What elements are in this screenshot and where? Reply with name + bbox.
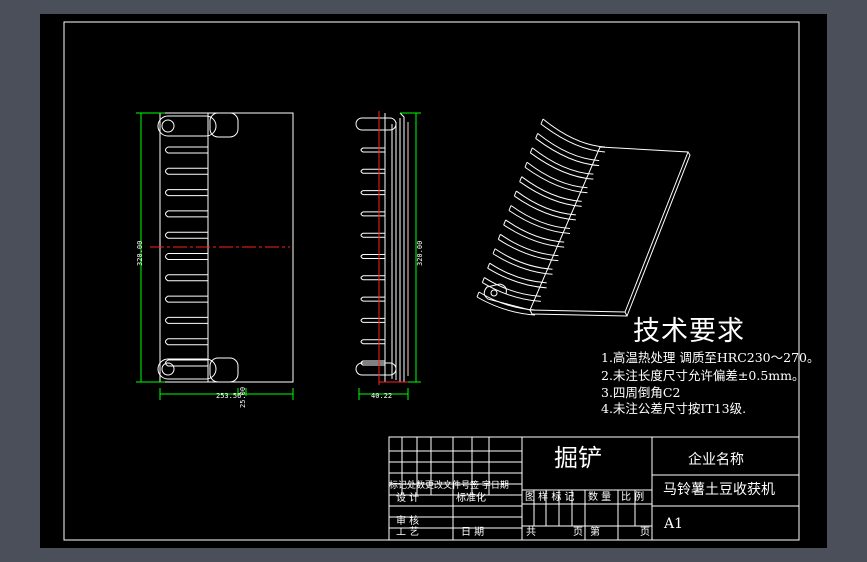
front-tine (165, 295, 208, 303)
standardize-label: 标准化 (456, 493, 486, 504)
side-tine (360, 147, 385, 153)
product-name: 马铃薯土豆收获机 (663, 482, 775, 498)
quantity-label: 数 量 (588, 492, 612, 503)
front-tines (165, 146, 208, 367)
company-name: 企业名称 (688, 452, 744, 468)
iso-tine-tip (492, 248, 496, 254)
iso-tine-tip (503, 219, 507, 226)
tech-requirement-3: 3.四周倒角C2 (601, 385, 681, 400)
top-hinge-slot (157, 115, 217, 137)
front-tine (165, 338, 208, 346)
isometric-view (476, 118, 691, 317)
iso-tine-tip (535, 133, 539, 139)
part-name: 掘铲 (554, 444, 602, 472)
tech-requirements-title: 技术要求 (633, 316, 745, 347)
side-view (355, 112, 409, 382)
top-hinge-lug (209, 112, 239, 138)
side-tine (360, 254, 385, 259)
iso-tine-tip (481, 277, 485, 283)
scale-label: 比 例 (621, 492, 645, 503)
front-small-dim: 25.00 (239, 386, 247, 408)
tech-requirement-2: 2.未注长度尺寸允许偏差±0.5mm。 (601, 368, 805, 383)
front-tine (165, 359, 208, 367)
revision-row: 标记处数更改文件号签 字日期 (389, 481, 509, 491)
side-tine (360, 232, 385, 238)
front-height-dim: 320.00 (136, 240, 144, 266)
top-hinge-hole (161, 119, 175, 133)
iso-tine-edge (508, 210, 571, 234)
iso-tine-tip (519, 176, 523, 182)
front-tine (165, 146, 208, 154)
iso-tine-tip (508, 205, 512, 211)
iso-tine-tip (497, 234, 501, 240)
iso-hinge-hole (490, 289, 498, 297)
side-tine (360, 190, 385, 196)
side-width-dim: 40.22 (371, 392, 393, 400)
front-tine (165, 274, 208, 282)
side-tine (360, 275, 385, 281)
side-tine (360, 168, 385, 174)
bottom-hinge-lug (209, 357, 239, 383)
iso-tine-tip (540, 118, 544, 125)
front-width-dim: 253.56 (216, 392, 242, 400)
iso-tine-tip (513, 190, 517, 197)
front-tine (165, 189, 208, 197)
iso-tine-tip (487, 262, 491, 269)
side-tine (360, 211, 385, 217)
side-tine (360, 339, 385, 345)
side-tine (360, 317, 385, 323)
iso-tine (542, 118, 606, 148)
review-label: 审 核 (396, 516, 420, 527)
page-no-label: 第 (590, 527, 600, 538)
iso-tine-edge (492, 253, 553, 275)
sheets-label: 页 (573, 527, 583, 538)
iso-tine-edge (498, 238, 559, 262)
page-label: 页 (640, 527, 650, 538)
process-label: 工 艺 (396, 527, 420, 538)
front-tine (165, 210, 208, 218)
side-tines (360, 146, 386, 367)
total-label: 共 (526, 527, 536, 538)
front-tine (165, 167, 208, 175)
side-tine (360, 296, 385, 302)
drawing-sheet: 320.00 253.56 25.00 320.00 40.22 技术要求 1.… (40, 14, 827, 548)
side-top-lug (355, 117, 397, 131)
date-label: 日 期 (461, 527, 485, 538)
front-tine (165, 253, 208, 260)
iso-tine-tip (524, 162, 528, 168)
front-tine (165, 231, 208, 239)
design-label: 设 计 (396, 493, 420, 504)
iso-tine-tip (476, 291, 480, 298)
iso-tine (537, 133, 600, 162)
iso-blade-top (529, 146, 689, 313)
bottom-hinge-slot (157, 358, 217, 380)
iso-tine-tip (529, 147, 533, 154)
front-tine (165, 316, 208, 324)
tech-requirement-1: 1.高温热处理 调质至HRC230～270。 (601, 350, 820, 365)
side-height-dim: 320.00 (416, 240, 424, 266)
stage-label: 图 样 标 记 (525, 492, 575, 503)
bottom-hinge-hole (161, 362, 175, 376)
iso-tine-edge (503, 224, 565, 248)
sheet-size: A1 (664, 516, 684, 532)
side-dimensions (358, 112, 421, 400)
tech-requirement-4: 4.未注公差尺寸按IT13级. (601, 401, 747, 416)
